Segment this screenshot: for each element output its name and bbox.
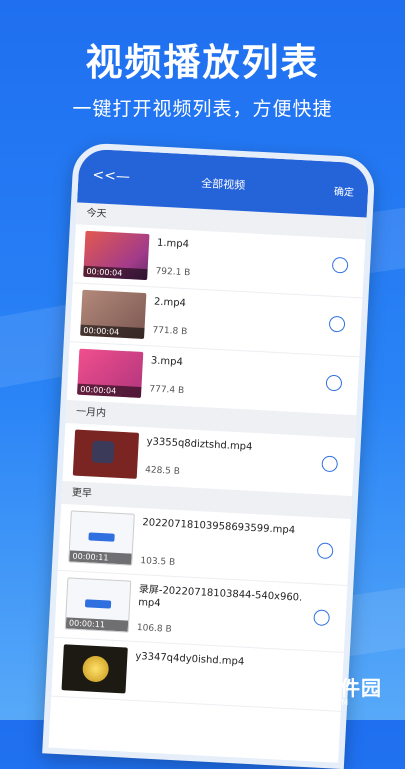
watermark-logo: K 柯翰软件园 KEHAN88.COM xyxy=(243,668,393,712)
video-thumbnail xyxy=(72,429,140,479)
select-radio[interactable] xyxy=(316,542,334,560)
video-name: 20220718103958693599.mp4 xyxy=(142,517,296,537)
thumbnail-button-graphic xyxy=(84,599,112,609)
video-thumbnail xyxy=(61,644,128,694)
video-name: 2.mp4 xyxy=(153,296,187,310)
hero-headline: 视频播放列表 xyxy=(85,41,320,84)
video-size: 428.5 B xyxy=(144,465,181,478)
video-name: y3355q8diztshd.mp4 xyxy=(146,436,253,453)
select-radio[interactable] xyxy=(313,609,331,627)
video-thumbnail: 00:00:11 xyxy=(64,577,132,633)
thumbnail-figure xyxy=(91,440,115,464)
video-thumbnail: 00:00:04 xyxy=(76,348,144,398)
video-size: 777.4 B xyxy=(149,384,185,397)
select-radio[interactable] xyxy=(321,455,339,473)
page-title: 全部视频 xyxy=(200,176,246,193)
video-size: 103.5 B xyxy=(140,556,176,568)
thumbnail-button-graphic xyxy=(88,532,115,542)
duration-badge: 00:00:11 xyxy=(69,550,132,565)
video-size: 106.8 B xyxy=(136,623,172,635)
video-size: 792.1 B xyxy=(155,266,191,279)
video-name: 3.mp4 xyxy=(150,355,184,369)
select-radio[interactable] xyxy=(328,315,346,333)
watermark-brand: 柯翰软件园 xyxy=(277,676,382,700)
duration-badge: 00:00:11 xyxy=(65,617,129,632)
video-thumbnail: 00:00:04 xyxy=(80,289,147,340)
select-radio[interactable] xyxy=(331,256,349,274)
video-size: 771.8 B xyxy=(152,325,188,338)
video-name: 录屏-20220718103844-540x960.mp4 xyxy=(137,584,303,610)
duration-badge: 00:00:04 xyxy=(83,265,148,281)
video-name: 1.mp4 xyxy=(156,237,190,251)
duration-badge: 00:00:04 xyxy=(80,324,145,340)
duration-badge: 00:00:04 xyxy=(76,383,142,398)
thumbnail-coin-graphic xyxy=(82,655,110,683)
select-radio[interactable] xyxy=(325,374,343,392)
video-thumbnail: 00:00:04 xyxy=(83,230,150,281)
k-logo-icon: K xyxy=(243,670,268,708)
confirm-button[interactable]: 确定 xyxy=(334,183,355,199)
video-thumbnail: 00:00:11 xyxy=(68,510,135,566)
hero-subline: 一键打开视频列表，方便快捷 xyxy=(72,98,333,120)
watermark-domain: KEHAN88.COM xyxy=(279,698,350,707)
